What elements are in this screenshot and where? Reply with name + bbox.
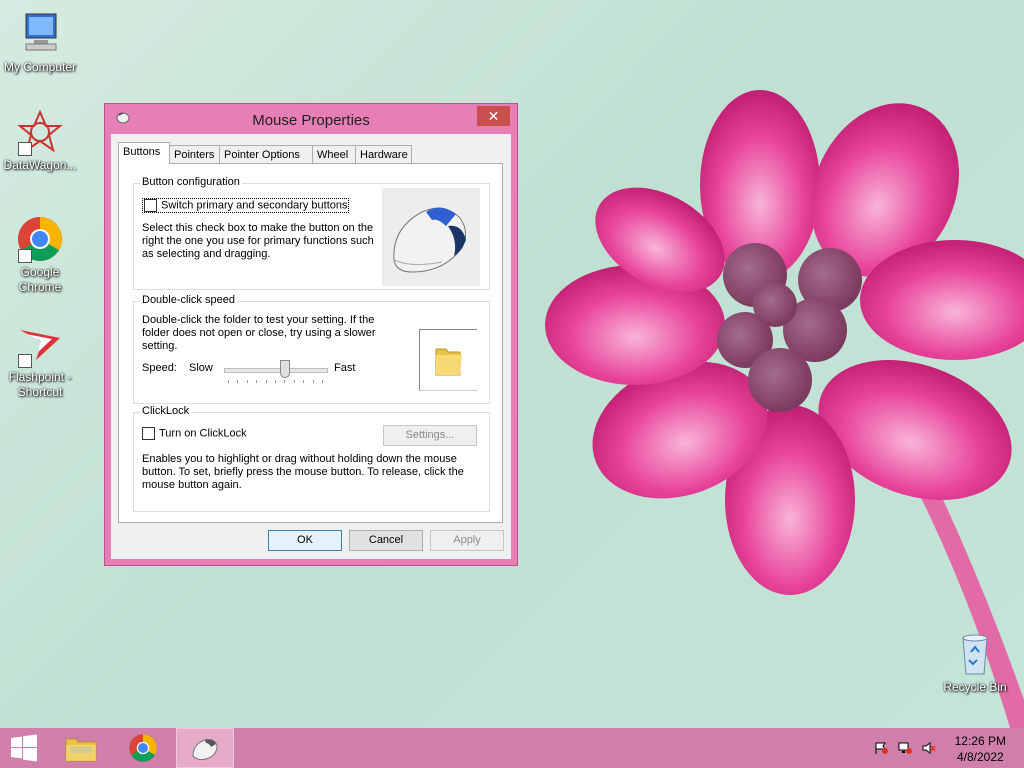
start-icon	[11, 734, 37, 762]
slider-tick	[237, 380, 239, 383]
button-config-description: Select this check box to make the button…	[142, 222, 374, 260]
close-button[interactable]: ✕	[477, 106, 510, 126]
slider-tick	[256, 380, 258, 383]
tab-pointers[interactable]: Pointers	[169, 145, 220, 163]
double-click-speed-slider[interactable]	[224, 360, 328, 384]
clicklock-group: ClickLock Turn on ClickLock Settings... …	[133, 405, 490, 512]
recycle-bin-icon	[951, 630, 999, 678]
tab-pointer-options[interactable]: Pointer Options	[219, 145, 313, 163]
network-icon[interactable]	[898, 742, 912, 754]
checkbox-box[interactable]	[142, 427, 155, 440]
flashpoint-icon	[16, 320, 64, 368]
buttons-tab-panel: Button configuration Switch primary and …	[118, 163, 503, 523]
clock-time: 12:26 PM	[954, 734, 1006, 748]
tab-buttons[interactable]: Buttons	[118, 142, 170, 164]
checkbox-label: Turn on ClickLock	[159, 427, 247, 440]
apply-button[interactable]: Apply	[430, 530, 504, 551]
shortcut-arrow-icon	[18, 142, 32, 156]
taskbar-chrome[interactable]	[114, 728, 172, 768]
slider-tick	[228, 380, 229, 383]
action-center-flag-icon[interactable]	[874, 742, 888, 754]
desktop-icon-label: Recycle Bin	[943, 680, 1007, 694]
datawagon-icon	[16, 108, 64, 156]
slider-tick	[275, 380, 276, 383]
fast-label: Fast	[334, 362, 356, 374]
clicklock-description: Enables you to highlight or drag without…	[142, 453, 464, 491]
speed-label: Speed:	[142, 362, 177, 374]
desktop-icon-label: Google Chrome	[18, 265, 62, 294]
title-bar[interactable]: Mouse Properties ✕	[105, 104, 517, 134]
shortcut-arrow-icon	[18, 249, 32, 263]
desktop-icon-recycle-bin[interactable]: Recycle Bin	[935, 630, 1015, 695]
checkbox-box[interactable]	[144, 199, 157, 212]
desktop-icon-google-chrome[interactable]: Google Chrome	[0, 215, 80, 295]
desktop-icon-label: Flashpoint - Shortcut	[8, 370, 72, 399]
mouse-properties-icon	[192, 739, 218, 761]
desktop-icon-datawagon[interactable]: DataWagon...	[0, 108, 80, 173]
chrome-icon	[16, 215, 64, 263]
computer-icon	[16, 10, 64, 58]
tab-hardware[interactable]: Hardware	[355, 145, 412, 163]
clicklock-settings-button[interactable]: Settings...	[383, 425, 477, 446]
desktop-icon-my-computer[interactable]: My Computer	[0, 10, 80, 75]
slider-thumb[interactable]	[280, 360, 290, 378]
checkbox-label: Switch primary and secondary buttons	[161, 199, 348, 212]
ok-button[interactable]: OK	[268, 530, 342, 551]
slider-track	[224, 368, 328, 373]
slider-tick	[303, 380, 305, 383]
system-clock[interactable]: 12:26 PM 4/8/2022	[955, 733, 1006, 765]
slider-tick	[284, 380, 286, 383]
volume-muted-icon[interactable]	[922, 742, 936, 754]
window-title: Mouse Properties	[252, 112, 370, 129]
taskbar-file-explorer[interactable]	[52, 728, 110, 768]
tab-wheel[interactable]: Wheel	[312, 145, 356, 163]
mouse-illustration	[382, 188, 480, 286]
folder-icon	[435, 348, 462, 376]
group-title: ClickLock	[140, 405, 192, 417]
slider-tick	[265, 380, 267, 383]
slow-label: Slow	[189, 362, 213, 374]
group-title: Button configuration	[140, 176, 242, 188]
button-configuration-group: Button configuration Switch primary and …	[133, 176, 490, 290]
dialog-client: Buttons Pointers Pointer Options Wheel H…	[111, 134, 511, 559]
slider-tick	[293, 380, 295, 383]
desktop-icon-flashpoint[interactable]: Flashpoint - Shortcut	[0, 320, 80, 400]
desktop-icon-label: My Computer	[3, 60, 77, 74]
chrome-icon	[129, 734, 157, 762]
clicklock-checkbox[interactable]: Turn on ClickLock	[142, 427, 247, 440]
start-button[interactable]	[0, 728, 48, 768]
taskbar-mouse-properties[interactable]	[176, 728, 234, 768]
double-click-speed-group: Double-click speed Double-click the fold…	[133, 294, 490, 404]
slider-tick	[246, 380, 248, 383]
test-folder-area[interactable]	[419, 329, 477, 391]
switch-buttons-checkbox[interactable]: Switch primary and secondary buttons	[142, 198, 350, 214]
double-click-description: Double-click the folder to test your set…	[142, 314, 376, 352]
shortcut-arrow-icon	[18, 354, 32, 368]
desktop-icon-label: DataWagon...	[3, 158, 77, 172]
file-explorer-icon	[65, 738, 97, 762]
slider-tick	[322, 380, 323, 383]
taskbar: 12:26 PM 4/8/2022	[0, 728, 1024, 768]
slider-ticks	[224, 380, 328, 384]
group-title: Double-click speed	[140, 294, 237, 306]
clock-date: 4/8/2022	[956, 750, 1004, 764]
cancel-button[interactable]: Cancel	[349, 530, 423, 551]
mouse-properties-window: Mouse Properties ✕ Buttons Pointers Poin…	[104, 103, 518, 566]
slider-tick	[312, 380, 314, 383]
